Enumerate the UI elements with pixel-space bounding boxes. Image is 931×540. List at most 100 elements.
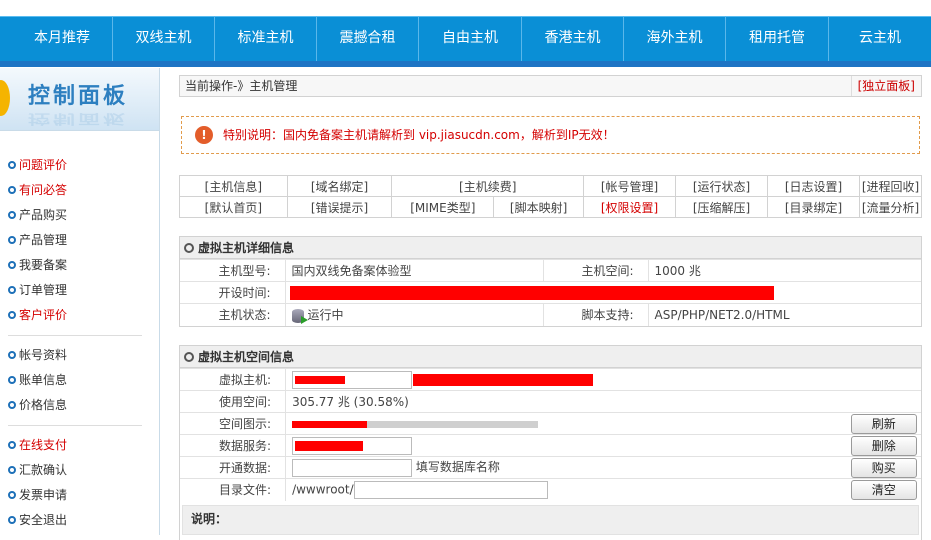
func-script-mapping[interactable]: [脚本映射] <box>493 196 584 218</box>
db-name-input[interactable] <box>292 458 413 477</box>
bullet-icon <box>8 400 16 409</box>
standalone-panel-link[interactable]: [独立面板] <box>850 76 921 96</box>
nav-item-colocation[interactable]: 租用托管 <box>726 16 829 61</box>
sidebar-item-buy[interactable]: 产品购买 <box>8 206 67 224</box>
db-service-label: 数据服务: <box>180 434 287 457</box>
func-log-settings[interactable]: [日志设置] <box>767 175 860 197</box>
db-service-value <box>285 434 847 457</box>
bullet-icon <box>8 465 16 474</box>
host-detail-panel: 虚拟主机详细信息 主机型号: 国内双线免备案体验型 主机空间: 1000 兆 开… <box>179 236 922 327</box>
sidebar-separator <box>8 425 142 426</box>
func-dir-bind[interactable]: [目录绑定] <box>767 196 860 218</box>
warning-icon: ! <box>195 126 213 144</box>
bullet-icon <box>8 310 16 319</box>
nav-item-shared[interactable]: 震撼合租 <box>317 16 419 61</box>
used-space-value: 305.77 兆 (30.58%) <box>285 390 921 413</box>
script-value: ASP/PHP/NET2.0/HTML <box>648 303 921 326</box>
func-run-status[interactable]: [运行状态] <box>675 175 768 197</box>
sidebar-item-billing[interactable]: 账单信息 <box>8 371 67 389</box>
host-detail-table: 主机型号: 国内双线免备案体验型 主机空间: 1000 兆 开设时间: 主机状态… <box>180 259 921 326</box>
section-bullet-icon <box>184 351 194 362</box>
bullet-icon <box>8 260 16 269</box>
func-traffic[interactable]: [流量分析] <box>859 196 922 218</box>
sidebar-item-account[interactable]: 帐号资料 <box>8 346 67 364</box>
section-bullet-icon <box>184 242 194 253</box>
func-permissions[interactable]: [权限设置] <box>583 196 676 218</box>
sidebar-item-faq[interactable]: 有问必答 <box>8 181 67 199</box>
bullet-icon <box>8 440 16 449</box>
nav-item-dual-line[interactable]: 双线主机 <box>113 16 215 61</box>
sidebar-header-border <box>0 130 159 131</box>
dir-path-input[interactable] <box>353 480 548 499</box>
space-progress-fill <box>292 420 368 428</box>
vhost-label: 虚拟主机: <box>180 368 287 391</box>
host-space-table: 虚拟主机: 使用空间: 305.77 兆 (30.58%) 空间图示: 刷新 数… <box>180 368 921 501</box>
top-nav-underline <box>0 61 931 67</box>
notes-label: 说明： <box>191 511 228 526</box>
open-db-label: 开通数据: <box>180 456 287 479</box>
open-db-cell: 填写数据库名称 <box>285 456 847 479</box>
sidebar-item-manage[interactable]: 产品管理 <box>8 231 67 249</box>
host-space-title: 虚拟主机空间信息 <box>198 350 295 364</box>
space-value: 1000 兆 <box>648 259 921 282</box>
func-domain-bind[interactable]: [域名绑定] <box>286 175 393 197</box>
sidebar-item-reviews[interactable]: 客户评价 <box>8 306 67 324</box>
vhost-value <box>285 368 921 391</box>
func-default-page[interactable]: [默认首页] <box>179 196 288 218</box>
running-icon <box>291 308 308 324</box>
logo-icon <box>0 80 10 116</box>
func-mime-type[interactable]: [MIME类型] <box>391 196 495 218</box>
func-host-info[interactable]: [主机信息] <box>179 175 288 197</box>
space-label: 主机空间: <box>543 259 649 282</box>
sidebar: 控制面板 控制面板 问题评价 有问必答 产品购买 产品管理 我要备案 订单管理 … <box>0 68 160 535</box>
bullet-icon <box>8 185 16 194</box>
sidebar-item-feedback[interactable]: 问题评价 <box>8 156 67 174</box>
dir-prefix: /wwwroot/ <box>292 482 354 497</box>
buy-button[interactable]: 购买 <box>850 457 917 478</box>
redacted-block <box>295 375 346 384</box>
sidebar-title: 控制面板 <box>28 83 129 109</box>
nav-item-cloud[interactable]: 云主机 <box>829 16 931 61</box>
clear-cell: 清空 <box>846 478 921 501</box>
refresh-button[interactable]: 刷新 <box>850 413 917 434</box>
sidebar-separator <box>8 335 142 336</box>
db-name-hint: 填写数据库名称 <box>415 460 500 475</box>
sidebar-item-remittance[interactable]: 汇款确认 <box>8 461 67 479</box>
bullet-icon <box>8 160 16 169</box>
notice-text: 特别说明：国内免备案主机请解析到 vip.jiasucdn.com，解析到IP无… <box>223 128 615 142</box>
func-account-manage[interactable]: [帐号管理] <box>583 175 676 197</box>
sidebar-item-pricing[interactable]: 价格信息 <box>8 396 67 414</box>
func-renew[interactable]: [主机续费] <box>391 175 584 197</box>
bullet-icon <box>8 375 16 384</box>
used-space-label: 使用空间: <box>180 390 287 413</box>
nav-item-monthly[interactable]: 本月推荐 <box>12 16 113 61</box>
sidebar-item-invoice[interactable]: 发票申请 <box>8 486 67 504</box>
func-compress[interactable]: [压缩解压] <box>675 196 768 218</box>
nav-item-overseas[interactable]: 海外主机 <box>624 16 726 61</box>
script-label: 脚本支持: <box>543 303 649 326</box>
func-error-page[interactable]: [错误提示] <box>286 196 393 218</box>
notes-section: 说明： <box>182 504 919 535</box>
host-space-header: 虚拟主机空间信息 <box>180 346 921 368</box>
sidebar-item-logout[interactable]: 安全退出 <box>8 511 67 529</box>
clear-button[interactable]: 清空 <box>850 479 917 500</box>
dir-file-cell: /wwwroot/ <box>285 478 847 501</box>
vhost-field <box>292 370 413 389</box>
redacted-block <box>413 373 594 386</box>
db-service-field <box>292 436 413 455</box>
bullet-icon <box>8 515 16 524</box>
sidebar-item-orders[interactable]: 订单管理 <box>8 281 67 299</box>
nav-item-free[interactable]: 自由主机 <box>419 16 522 61</box>
bullet-icon <box>8 235 16 244</box>
sidebar-item-pay-online[interactable]: 在线支付 <box>8 436 67 454</box>
func-process-recycle[interactable]: [进程回收] <box>859 175 922 197</box>
dir-file-label: 目录文件: <box>180 478 287 501</box>
bullet-icon <box>8 210 16 219</box>
host-space-panel: 虚拟主机空间信息 虚拟主机: 使用空间: 305.77 兆 (30.58%) 空… <box>179 345 922 540</box>
nav-item-hongkong[interactable]: 香港主机 <box>522 16 624 61</box>
nav-item-standard[interactable]: 标准主机 <box>215 16 317 61</box>
sidebar-title-reflection: 控制面板 <box>28 111 129 127</box>
sidebar-item-icp[interactable]: 我要备案 <box>8 256 67 274</box>
delete-button[interactable]: 删除 <box>850 435 917 456</box>
delete-cell: 删除 <box>846 434 921 457</box>
